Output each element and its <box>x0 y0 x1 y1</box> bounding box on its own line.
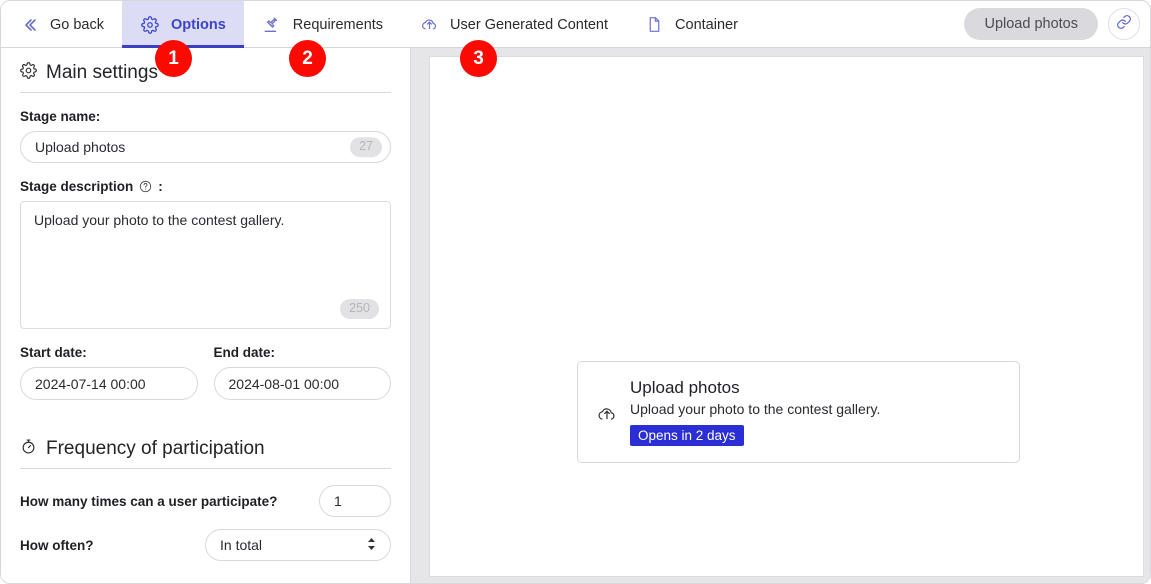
stage-preview-card[interactable]: Upload photos Upload your photo to the c… <box>577 361 1020 463</box>
main-settings-header: Main settings <box>20 62 391 93</box>
participation-times-row: How many times can a user participate? 1 <box>20 485 391 517</box>
gear-icon <box>140 15 160 35</box>
stage-description-label: Stage description : <box>20 179 391 194</box>
tab-user-generated-content[interactable]: User Generated Content <box>401 1 626 48</box>
tab-label: Requirements <box>292 16 384 33</box>
how-often-select[interactable]: In total <box>205 529 391 561</box>
frequency-title: Frequency of participation <box>46 438 265 459</box>
annotation-marker-1: 1 <box>155 40 192 77</box>
preview-canvas: Upload photos Upload your photo to the c… <box>429 56 1144 577</box>
stage-name-counter: 27 <box>350 137 382 157</box>
tab-requirements[interactable]: Requirements <box>244 1 401 48</box>
status-badge: Opens in 2 days <box>630 425 744 446</box>
tab-go-back[interactable]: Go back <box>1 1 122 48</box>
stage-name-input[interactable]: Upload photos 27 <box>20 131 391 163</box>
preview-area: Upload photos Upload your photo to the c… <box>429 48 1150 583</box>
link-icon <box>1116 14 1132 35</box>
end-date-value: 2024-08-01 00:00 <box>228 375 340 392</box>
annotation-marker-2: 2 <box>289 40 326 77</box>
start-date-label: Start date: <box>20 345 87 360</box>
tab-label: Container <box>675 16 738 33</box>
toolbar-actions: Upload photos <box>964 1 1150 47</box>
stage-card-body: Upload photos Upload your photo to the c… <box>630 378 1001 446</box>
cloud-upload-icon <box>596 378 618 446</box>
stage-name-label: Stage name: <box>20 109 391 124</box>
app-window: Go back Options Requirements User Genera… <box>0 0 1151 584</box>
upload-photos-button[interactable]: Upload photos <box>964 8 1098 40</box>
stopwatch-icon <box>20 438 37 460</box>
tab-label: Options <box>171 16 226 33</box>
chevrons-left-icon <box>19 15 39 35</box>
tab-label: User Generated Content <box>450 16 609 33</box>
how-often-row: How often? In total <box>20 529 391 561</box>
stage-description-label-suffix: : <box>158 179 163 194</box>
page-title: Main settings <box>46 62 158 83</box>
participation-times-input[interactable]: 1 <box>319 485 391 517</box>
end-date-input[interactable]: 2024-08-01 00:00 <box>213 367 391 400</box>
help-circle-icon[interactable] <box>139 180 152 193</box>
stage-description-textarea[interactable]: Upload your photo to the contest gallery… <box>20 201 391 329</box>
tab-label: Go back <box>50 16 104 33</box>
stage-name-value: Upload photos <box>35 139 126 155</box>
end-date-label: End date: <box>213 345 276 360</box>
start-date-group: Start date: 2024-07-14 00:00 <box>20 345 198 400</box>
participation-times-value: 1 <box>334 493 342 509</box>
document-icon <box>644 15 664 35</box>
participation-times-label: How many times can a user participate? <box>20 493 278 509</box>
stage-description-value: Upload your photo to the contest gallery… <box>34 212 285 228</box>
how-often-value: In total <box>220 537 263 553</box>
tab-container[interactable]: Container <box>626 1 756 48</box>
frequency-header: Frequency of participation <box>20 438 391 469</box>
chevron-updown-icon <box>367 537 376 554</box>
date-range-row: Start date: 2024-07-14 00:00 End date: 2… <box>20 345 391 400</box>
body-wrapper: Main settings Stage name: Upload photos … <box>1 48 1150 583</box>
start-date-value: 2024-07-14 00:00 <box>35 375 146 392</box>
how-often-label: How often? <box>20 537 94 553</box>
stage-description-label-text: Stage description <box>20 179 134 194</box>
end-date-group: End date: 2024-08-01 00:00 <box>213 345 391 400</box>
start-date-input[interactable]: 2024-07-14 00:00 <box>20 367 198 400</box>
stage-description-counter: 250 <box>340 299 379 319</box>
panel-gutter <box>411 48 429 583</box>
cloud-upload-icon <box>419 15 439 35</box>
options-panel: Main settings Stage name: Upload photos … <box>1 48 411 583</box>
stamp-icon <box>262 15 282 35</box>
link-button[interactable] <box>1108 8 1140 40</box>
stage-name-label-text: Stage name: <box>20 109 101 124</box>
annotation-marker-3: 3 <box>460 40 497 77</box>
gear-icon <box>20 62 37 84</box>
stage-card-description: Upload your photo to the contest gallery… <box>630 401 881 417</box>
stage-card-title: Upload photos <box>630 378 740 397</box>
tab-options[interactable]: Options <box>122 1 244 48</box>
